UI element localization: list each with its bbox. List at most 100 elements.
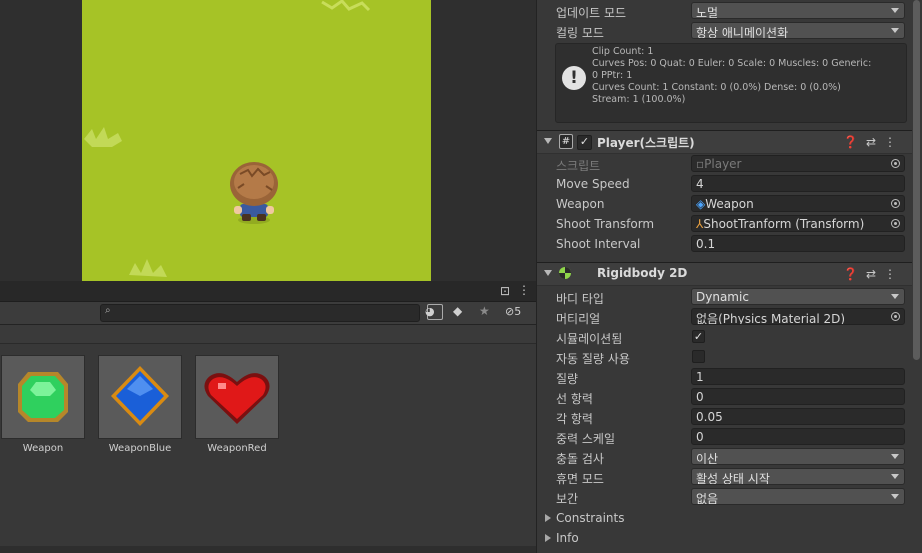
hidden-packages-icon[interactable]: ⊘5 xyxy=(505,305,521,318)
asset-weapon[interactable]: Weapon xyxy=(1,355,85,454)
search-input[interactable]: ⌕ xyxy=(100,304,443,322)
chevron-down-icon xyxy=(891,8,899,13)
search-icon: ⌕ xyxy=(105,305,111,316)
help-icon[interactable]: ❓ xyxy=(843,267,866,281)
grass-tuft-top xyxy=(321,0,371,12)
more-options-icon[interactable]: ⋮ xyxy=(884,135,904,149)
heart-red-icon xyxy=(204,373,270,424)
project-toolbar: ⌕ ◕ ◆ ★ ⊘5 xyxy=(0,302,536,325)
auto-mass-checkbox[interactable] xyxy=(692,350,705,363)
player-component-header[interactable]: # ✓ Player(스크립트) ❓⇄⋮ xyxy=(537,130,912,154)
angular-drag-row: 각 항력 0.05 xyxy=(537,407,912,427)
linear-drag-input[interactable]: 0 xyxy=(691,388,905,405)
body-type-row: 바디 타입 Dynamic xyxy=(537,287,912,307)
simulated-label: 시뮬레이션됨 xyxy=(556,332,623,346)
collision-detection-value: 이산 xyxy=(696,452,719,465)
shoot-interval-row: Shoot Interval 0.1 xyxy=(537,234,912,254)
gravity-scale-row: 중력 스케일 0 xyxy=(537,427,912,447)
asset-weapon-blue[interactable]: WeaponBlue xyxy=(98,355,182,454)
object-picker-icon[interactable] xyxy=(891,312,900,321)
object-picker-icon[interactable] xyxy=(891,219,900,228)
asset-thumbnail xyxy=(98,355,182,439)
sleep-mode-dropdown[interactable]: 활성 상태 시작 xyxy=(691,468,905,485)
clip-info-line: Curves Count: 1 Constant: 0 (0.0%) Dense… xyxy=(592,82,841,93)
game-view-margin-right xyxy=(431,0,536,281)
presets-icon[interactable]: ⇄ xyxy=(866,267,884,281)
move-speed-row: Move Speed 4 xyxy=(537,174,912,194)
gem-blue-icon xyxy=(111,366,169,426)
rigidbody2d-component-header[interactable]: Rigidbody 2D ❓⇄⋮ xyxy=(537,262,912,286)
rigidbody2d-title: Rigidbody 2D xyxy=(597,266,688,280)
project-tab-bar: ⊡ ⋮ xyxy=(0,281,536,302)
angular-drag-input[interactable]: 0.05 xyxy=(691,408,905,425)
component-header-icons: ❓⇄⋮ xyxy=(843,267,904,281)
material-value: 없음(Physics Material 2D) xyxy=(696,312,846,325)
mass-input[interactable]: 1 xyxy=(691,368,905,385)
update-mode-label: 업데이트 모드 xyxy=(556,6,627,20)
shoot-transform-object-field[interactable]: ⅄ShootTranform (Transform) xyxy=(691,215,905,232)
material-label: 머티리얼 xyxy=(556,312,601,326)
info-foldout[interactable]: Info xyxy=(537,528,912,548)
component-header-icons: ❓⇄⋮ xyxy=(843,135,904,149)
script-value: Player xyxy=(704,157,742,171)
lock-icon[interactable]: ⊡ xyxy=(500,284,510,298)
weapon-row: Weapon ◈Weapon xyxy=(537,194,912,214)
object-picker-icon[interactable] xyxy=(891,199,900,208)
interpolate-dropdown[interactable]: 없음 xyxy=(691,488,905,505)
component-enabled-checkbox[interactable]: ✓ xyxy=(577,135,592,150)
linear-drag-label[interactable]: 선 항력 xyxy=(556,390,593,407)
gem-green-icon xyxy=(18,372,68,422)
foldout-arrow-icon[interactable] xyxy=(544,138,552,144)
angular-drag-label[interactable]: 각 항력 xyxy=(556,410,593,427)
project-status-bar xyxy=(0,546,536,553)
clip-info-box: ! Clip Count: 1 Curves Pos: 0 Quat: 0 Eu… xyxy=(555,43,907,123)
clip-info-line: Curves Pos: 0 Quat: 0 Euler: 0 Scale: 0 … xyxy=(592,58,872,69)
chevron-down-icon xyxy=(891,454,899,459)
material-object-field[interactable]: 없음(Physics Material 2D) xyxy=(691,308,905,325)
move-speed-input[interactable]: 4 xyxy=(691,175,905,192)
script-hash-icon: # xyxy=(559,134,573,149)
constraints-label: Constraints xyxy=(556,511,625,525)
move-speed-label[interactable]: Move Speed xyxy=(556,177,630,191)
simulated-row: 시뮬레이션됨 ✓ xyxy=(537,327,912,347)
script-row: 스크립트 ▫Player xyxy=(537,154,912,174)
clip-info-text: Clip Count: 1 Curves Pos: 0 Quat: 0 Eule… xyxy=(592,46,902,106)
culling-mode-value: 항상 애니메이션화 xyxy=(696,26,789,39)
foldout-arrow-icon[interactable] xyxy=(544,270,552,276)
mass-row: 질량 1 xyxy=(537,367,912,387)
filter-by-type-icon[interactable]: ◕ xyxy=(425,305,437,318)
collision-detection-row: 충돌 검사 이산 xyxy=(537,447,912,467)
body-type-dropdown[interactable]: Dynamic xyxy=(691,288,905,305)
gravity-scale-label[interactable]: 중력 스케일 xyxy=(556,430,615,447)
more-options-icon[interactable]: ⋮ xyxy=(518,283,530,297)
more-options-icon[interactable]: ⋮ xyxy=(884,267,904,281)
culling-mode-dropdown[interactable]: 항상 애니메이션화 xyxy=(691,22,905,39)
chevron-right-icon xyxy=(545,514,551,522)
culling-mode-row: 컬링 모드 항상 애니메이션화 xyxy=(537,21,912,41)
grass-tuft-left xyxy=(84,127,122,147)
project-panel: ⊡ ⋮ ⌕ ◕ ◆ ★ ⊘5 Weapon WeaponBlue WeaponR… xyxy=(0,281,536,553)
simulated-checkbox[interactable]: ✓ xyxy=(692,330,705,343)
constraints-foldout[interactable]: Constraints xyxy=(537,508,912,528)
weapon-object-field[interactable]: ◈Weapon xyxy=(691,195,905,212)
help-icon[interactable]: ❓ xyxy=(843,135,866,149)
hidden-packages-count: 5 xyxy=(514,305,522,318)
filter-by-label-icon[interactable]: ◆ xyxy=(453,304,462,318)
gravity-scale-input[interactable]: 0 xyxy=(691,428,905,445)
body-type-value: Dynamic xyxy=(696,290,749,304)
clip-info-line: Clip Count: 1 xyxy=(592,46,654,57)
shoot-interval-label[interactable]: Shoot Interval xyxy=(556,237,640,251)
game-view[interactable] xyxy=(82,0,431,281)
update-mode-row: 업데이트 모드 노멀 xyxy=(537,1,912,21)
shoot-interval-input[interactable]: 0.1 xyxy=(691,235,905,252)
inspector-scrollbar[interactable] xyxy=(913,0,920,360)
update-mode-dropdown[interactable]: 노멀 xyxy=(691,2,905,19)
favorites-star-icon[interactable]: ★ xyxy=(479,304,490,318)
collision-detection-dropdown[interactable]: 이산 xyxy=(691,448,905,465)
player-sprite[interactable] xyxy=(228,160,280,224)
interpolate-row: 보간 없음 xyxy=(537,487,912,507)
asset-weapon-red[interactable]: WeaponRed xyxy=(195,355,279,454)
presets-icon[interactable]: ⇄ xyxy=(866,135,884,149)
chevron-right-icon xyxy=(545,534,551,542)
mass-label[interactable]: 질량 xyxy=(556,370,578,387)
